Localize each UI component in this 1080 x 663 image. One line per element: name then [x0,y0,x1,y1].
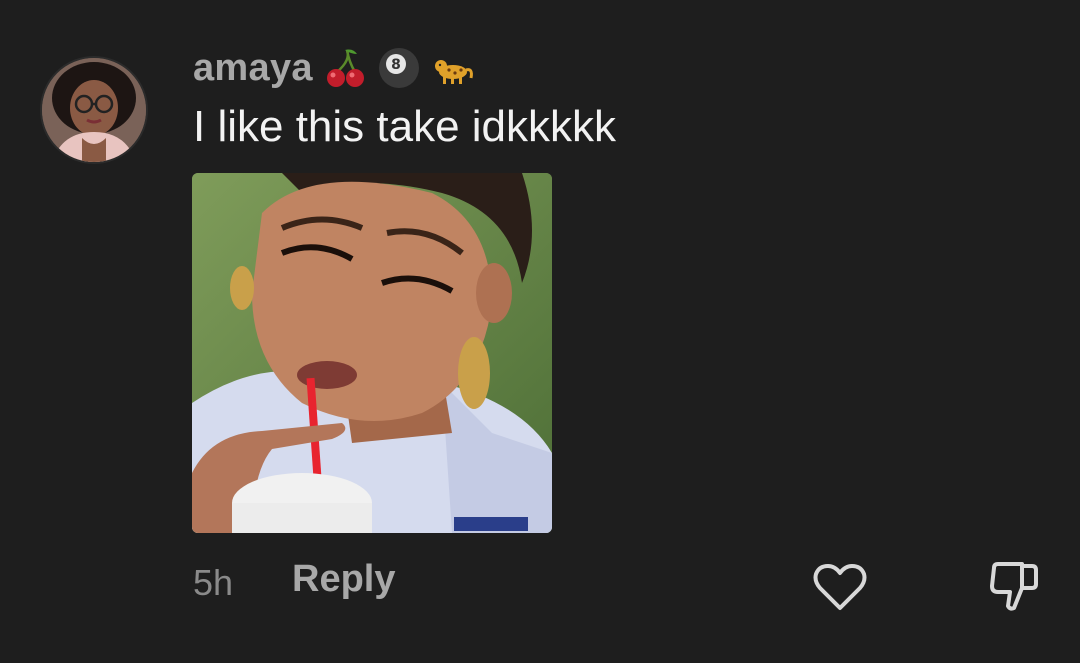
svg-text:8: 8 [391,57,401,73]
gif-illustration [192,173,552,533]
thumbs-down-outline-icon [990,562,1038,611]
heart-outline-icon [813,564,867,610]
comment-text: I like this take idkkkkk [193,102,617,151]
comment-timestamp: 5h [193,562,234,603]
username[interactable]: amaya [193,47,313,90]
reply-button[interactable]: Reply [292,558,395,601]
user-avatar[interactable] [40,56,148,164]
cherries-emoji-icon [326,49,364,87]
comment-gif-image[interactable] [192,173,552,533]
comment-header: amaya 8 [193,44,475,92]
leopard-emoji-icon [434,60,473,84]
like-button[interactable] [812,561,868,613]
avatar-image [42,58,146,162]
dislike-button[interactable] [986,558,1042,614]
pool-8-ball-icon: 8 [378,48,419,88]
